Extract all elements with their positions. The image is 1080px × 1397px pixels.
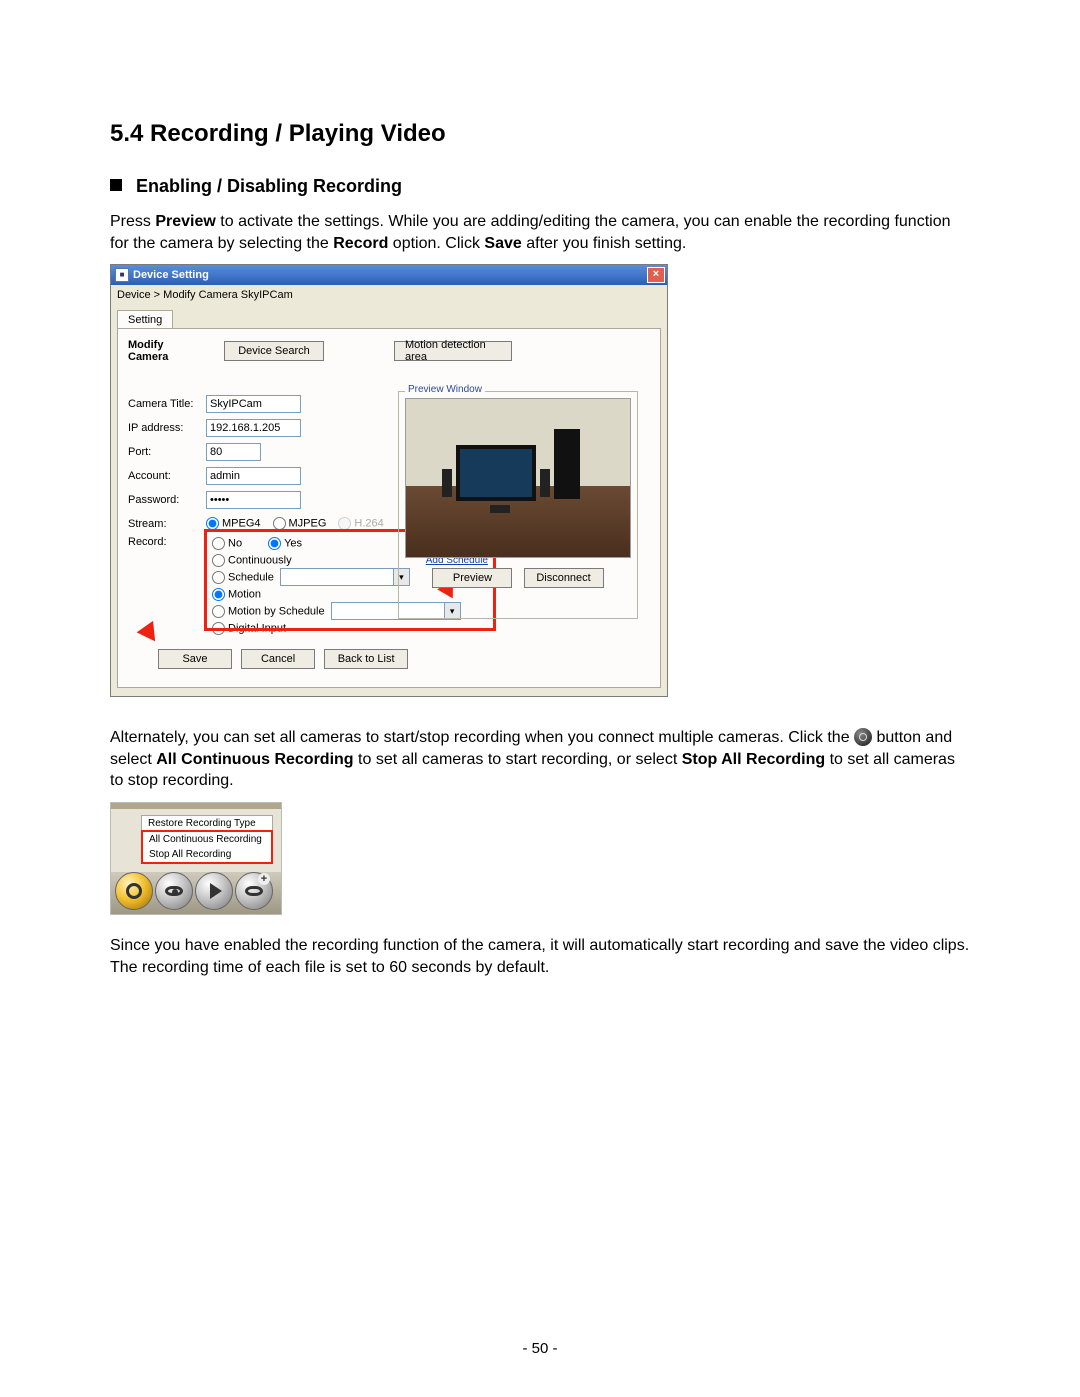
square-bullet-icon bbox=[110, 179, 122, 191]
stream-mjpeg-option[interactable]: MJPEG bbox=[273, 517, 327, 530]
record-schedule-option[interactable]: Schedule bbox=[212, 571, 274, 584]
record-icon bbox=[126, 883, 142, 899]
motion-detection-area-button[interactable]: Motion detection area bbox=[394, 341, 512, 361]
subsection-title-text: Enabling / Disabling Recording bbox=[136, 176, 402, 196]
app-icon: ■ bbox=[115, 268, 129, 282]
section-heading: 5.4 Recording / Playing Video bbox=[110, 120, 970, 148]
password-input[interactable] bbox=[206, 491, 301, 509]
ip-input[interactable] bbox=[206, 419, 301, 437]
back-to-list-button[interactable]: Back to List bbox=[324, 649, 408, 669]
account-label: Account: bbox=[128, 470, 206, 482]
preview-window-legend: Preview Window bbox=[405, 384, 485, 395]
modify-camera-label: Modify Camera bbox=[128, 339, 206, 363]
device-setting-dialog: ■ Device Setting × Device > Modify Camer… bbox=[110, 264, 668, 697]
record-mode-icon bbox=[854, 728, 872, 746]
cancel-button[interactable]: Cancel bbox=[241, 649, 315, 669]
eye-plus-icon bbox=[245, 886, 263, 896]
ip-label: IP address: bbox=[128, 422, 206, 434]
port-label: Port: bbox=[128, 446, 206, 458]
port-input[interactable] bbox=[206, 443, 261, 461]
record-motion-by-schedule-option[interactable]: Motion by Schedule bbox=[212, 605, 325, 618]
annotation-arrow-icon bbox=[137, 621, 164, 647]
view-button[interactable] bbox=[155, 872, 193, 910]
preview-window-group: Preview Window Preview Disconnect bbox=[398, 391, 638, 619]
play-icon bbox=[210, 883, 222, 899]
close-icon[interactable]: × bbox=[647, 267, 665, 283]
breadcrumb: Device > Modify Camera SkyIPCam bbox=[111, 285, 667, 305]
paragraph-3: Since you have enabled the recording fun… bbox=[110, 935, 970, 978]
disconnect-button[interactable]: Disconnect bbox=[524, 568, 604, 588]
menu-all-continuous-recording[interactable]: All Continuous Recording bbox=[143, 832, 271, 847]
record-mode-button[interactable] bbox=[115, 872, 153, 910]
recording-context-menu: Restore Recording Type All Continuous Re… bbox=[141, 815, 273, 864]
settings-panel: Modify Camera Device Search Motion detec… bbox=[117, 328, 661, 688]
dialog-titlebar: ■ Device Setting × bbox=[111, 265, 667, 285]
tab-setting[interactable]: Setting bbox=[117, 310, 173, 329]
save-button[interactable]: Save bbox=[158, 649, 232, 669]
add-view-button[interactable] bbox=[235, 872, 273, 910]
camera-preview-image bbox=[405, 398, 631, 558]
record-motion-option[interactable]: Motion bbox=[212, 588, 261, 601]
device-search-button[interactable]: Device Search bbox=[224, 341, 324, 361]
camera-title-label: Camera Title: bbox=[128, 398, 206, 410]
record-no-option[interactable]: No bbox=[212, 537, 242, 550]
play-button[interactable] bbox=[195, 872, 233, 910]
menu-stop-all-recording[interactable]: Stop All Recording bbox=[143, 847, 271, 862]
stream-h264-option: H.264 bbox=[338, 517, 383, 530]
preview-button[interactable]: Preview bbox=[432, 568, 512, 588]
page-number: - 50 - bbox=[0, 1340, 1080, 1357]
dialog-title: Device Setting bbox=[133, 269, 209, 281]
paragraph-2: Alternately, you can set all cameras to … bbox=[110, 727, 970, 792]
subsection-heading: Enabling / Disabling Recording bbox=[110, 176, 970, 197]
account-input[interactable] bbox=[206, 467, 301, 485]
stream-mpeg4-option[interactable]: MPEG4 bbox=[206, 517, 261, 530]
camera-title-input[interactable] bbox=[206, 395, 301, 413]
paragraph-1: Press Preview to activate the settings. … bbox=[110, 211, 970, 254]
recording-menu-figure: Restore Recording Type All Continuous Re… bbox=[110, 802, 282, 915]
annotation-menu-highlight: All Continuous Recording Stop All Record… bbox=[141, 830, 273, 864]
record-continuously-option[interactable]: Continuously bbox=[212, 554, 292, 567]
record-digital-input-option[interactable]: Digital Input bbox=[212, 622, 286, 635]
record-label: Record: bbox=[128, 536, 206, 548]
stream-label: Stream: bbox=[128, 518, 206, 530]
menu-restore-recording-type[interactable]: Restore Recording Type bbox=[142, 816, 272, 831]
eye-icon bbox=[165, 886, 183, 896]
schedule-select[interactable]: ▾ bbox=[280, 568, 410, 586]
password-label: Password: bbox=[128, 494, 206, 506]
record-yes-option[interactable]: Yes bbox=[268, 537, 302, 550]
